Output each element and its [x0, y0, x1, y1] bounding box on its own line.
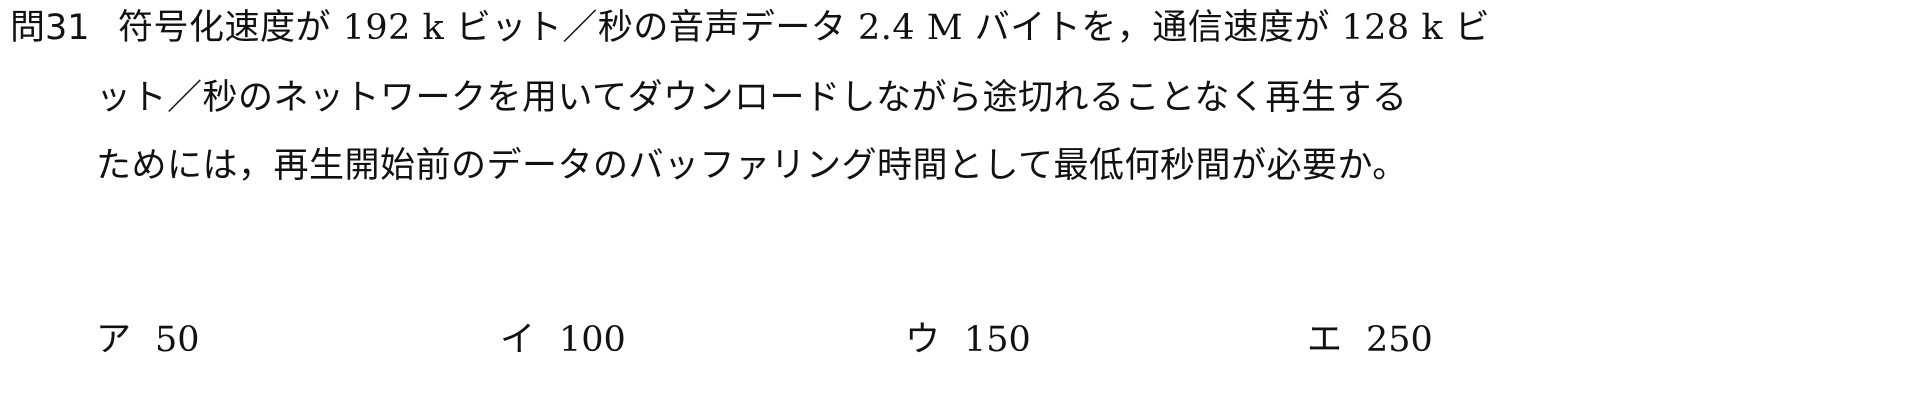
choice-a-value: 50 [155, 320, 200, 360]
choice-a-mark: ア [96, 320, 132, 360]
question-number: 問31 [10, 8, 90, 48]
choice-i-mark: イ [500, 320, 536, 360]
choice-e: エ 250 [1307, 318, 1433, 362]
answer-choices: ア 50 イ 100 ウ 150 エ 250 [0, 318, 1912, 378]
question-text-line-2: ット／秒のネットワークを用いてダウンロードしながら途切れることなく再生する [96, 78, 1408, 118]
exam-question: 問31 符号化速度が 192 k ビット／秒の音声データ 2.4 M バイトを，… [0, 0, 1912, 401]
choice-u-mark: ウ [905, 320, 941, 360]
choice-e-value: 250 [1366, 320, 1433, 360]
question-text-line-3: ためには，再生開始前のデータのバッファリング時間として最低何秒間が必要か。 [96, 146, 1408, 186]
choice-e-mark: エ [1307, 320, 1343, 360]
choice-a: ア 50 [96, 318, 200, 362]
choice-u: ウ 150 [905, 318, 1031, 362]
choice-i-value: 100 [559, 320, 626, 360]
choice-i: イ 100 [500, 318, 626, 362]
choice-u-value: 150 [964, 320, 1031, 360]
question-text-line-1: 符号化速度が 192 k ビット／秒の音声データ 2.4 M バイトを，通信速度… [118, 8, 1491, 48]
